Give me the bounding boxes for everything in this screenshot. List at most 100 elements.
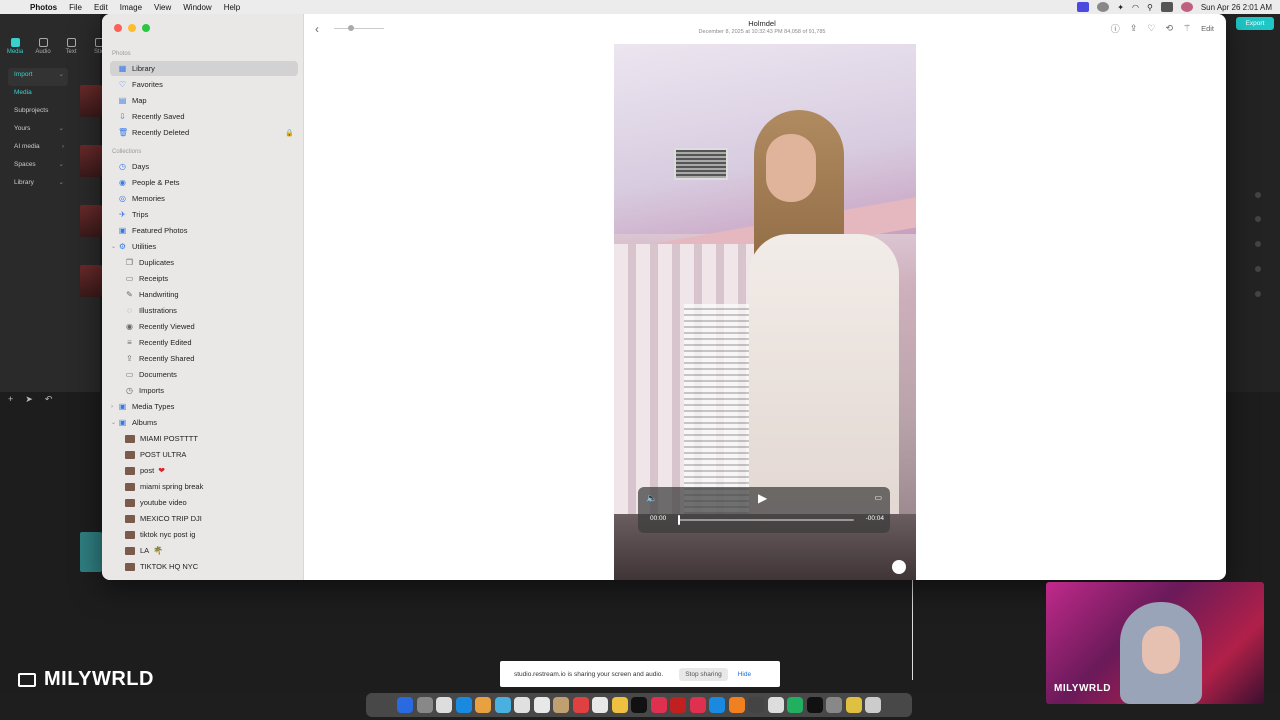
chevron-icon[interactable]: ⌄ (111, 419, 116, 426)
album-item[interactable]: tiktok nyc post ig (110, 527, 298, 542)
zoom-slider-knob[interactable] (348, 25, 354, 31)
tv-icon[interactable] (631, 697, 647, 713)
album-item[interactable]: post ❤ (110, 463, 298, 478)
chevron-icon[interactable]: › (111, 404, 113, 410)
capcut-icon[interactable] (806, 697, 823, 713)
export-button[interactable]: Export (1236, 17, 1274, 30)
sidebar-item-memories[interactable]: ◎ Memories (110, 191, 298, 206)
launchpad-icon[interactable] (416, 697, 433, 713)
calendar-icon[interactable] (533, 697, 550, 713)
menu-edit[interactable]: Edit (94, 3, 108, 12)
property-dot[interactable] (1255, 216, 1261, 222)
chrome-icon[interactable] (826, 697, 842, 713)
sidebar-item-recently-edited[interactable]: ≡ Recently Edited (110, 335, 298, 350)
sidebar-item-map[interactable]: ▤ Map (110, 93, 298, 108)
menu-file[interactable]: File (69, 3, 82, 12)
back-icon[interactable]: ‹ (315, 22, 319, 36)
editor-nav-ai-media[interactable]: AI media › (8, 140, 68, 158)
menu-window[interactable]: Window (183, 3, 211, 12)
album-item[interactable]: MEXICO TRIP DJI (110, 511, 298, 526)
trash-icon[interactable] (865, 697, 881, 713)
notes-icon[interactable] (553, 697, 569, 713)
photo-viewer[interactable]: 🔈 ▶ ▭ 00:00 -00:04 (614, 44, 916, 580)
preview-icon[interactable] (845, 697, 862, 713)
menu-view[interactable]: View (154, 3, 171, 12)
sidebar-item-imports[interactable]: ◷ Imports (110, 383, 298, 398)
video-scrubber[interactable] (678, 519, 854, 521)
editor-tool-audio[interactable]: Audio (34, 38, 52, 55)
sidebar-item-trips[interactable]: ✈ Trips (110, 207, 298, 222)
timeline-playhead[interactable] (912, 580, 913, 680)
sidebar-item-duplicates[interactable]: ❐ Duplicates (110, 255, 298, 270)
spotify-icon[interactable] (787, 697, 803, 713)
sidebar-item-featured-photos[interactable]: ▣ Featured Photos (110, 223, 298, 238)
messages-icon[interactable] (475, 697, 491, 713)
sidebar-item-people-pets[interactable]: ◉ People & Pets (110, 175, 298, 190)
menu-help[interactable]: Help (224, 3, 240, 12)
property-dot[interactable] (1255, 291, 1261, 297)
hide-button[interactable]: Hide (738, 671, 751, 678)
rotate-icon[interactable]: ⟲ (1165, 23, 1173, 34)
xcode-icon[interactable] (709, 697, 725, 713)
sparkle-icon[interactable]: ✦ (1117, 3, 1124, 12)
live-indicator[interactable] (892, 560, 906, 574)
editor-nav-import[interactable]: Import ⌄ (8, 68, 68, 86)
editor-nav-library[interactable]: Library ⌄ (8, 176, 68, 194)
sidebar-item-albums[interactable]: ⌄ ▣ Albums (110, 415, 298, 430)
appstore-icon[interactable] (689, 697, 706, 713)
media-thumbnail[interactable] (80, 265, 102, 297)
sidebar-item-recently-saved[interactable]: ⇩ Recently Saved (110, 109, 298, 124)
airplay-icon[interactable]: ▭ (874, 493, 882, 502)
editor-tool-text[interactable]: Text (62, 38, 80, 55)
editor-nav-spaces[interactable]: Spaces ⌄ (8, 158, 68, 176)
media-thumbnail[interactable] (80, 145, 102, 177)
menu-clock[interactable]: Sun Apr 26 2:01 AM (1201, 3, 1272, 12)
sidebar-item-receipts[interactable]: ▭ Receipts (110, 271, 298, 286)
album-item[interactable]: youtube video (110, 495, 298, 510)
sidebar-item-favorites[interactable]: ♡ Favorites (110, 77, 298, 92)
property-dot[interactable] (1255, 192, 1261, 198)
apple-menu-icon[interactable] (8, 0, 22, 14)
info-icon[interactable]: ⓘ (1111, 22, 1120, 35)
edit-button[interactable]: Edit (1201, 24, 1214, 33)
play-icon[interactable]: ▶ (758, 491, 767, 505)
undo-icon[interactable]: ↶ (45, 394, 53, 405)
video-scrubber-knob[interactable] (678, 515, 680, 525)
sidebar-item-utilities[interactable]: ⚙ Utilities ⌄ (110, 239, 298, 254)
menu-app-name[interactable]: Photos (30, 3, 57, 12)
zoom-slider-track[interactable] (334, 28, 384, 29)
news-icon[interactable] (650, 697, 667, 713)
music-icon[interactable] (572, 697, 589, 713)
photos-icon[interactable] (514, 697, 530, 713)
favorite-heart-icon[interactable]: ♡ (1147, 23, 1155, 34)
sidebar-item-library[interactable]: ▦ Library (110, 61, 298, 76)
sidebar-item-recently-deleted[interactable]: 🗑 Recently Deleted 🔒 (110, 125, 298, 140)
pointer-icon[interactable]: ➤ (25, 394, 33, 405)
vscode-icon[interactable] (728, 697, 745, 713)
sidebar-item-documents[interactable]: ▭ Documents (110, 367, 298, 382)
wifi-icon[interactable]: ◠ (1132, 3, 1139, 12)
pages-icon[interactable] (611, 697, 628, 713)
creative-cloud-icon[interactable] (1097, 2, 1110, 12)
close-window-icon[interactable] (114, 24, 122, 32)
sidebar-item-handwriting[interactable]: ✎ Handwriting (110, 287, 298, 302)
sidebar-item-recently-viewed[interactable]: ◉ Recently Viewed (110, 319, 298, 334)
editor-tool-media[interactable]: Media (6, 38, 24, 55)
property-dot[interactable] (1255, 241, 1261, 247)
finder-icon[interactable] (397, 697, 413, 713)
timeline-clip[interactable] (80, 532, 102, 572)
mail-icon[interactable] (455, 697, 472, 713)
stop-sharing-button[interactable]: Stop sharing (679, 667, 728, 681)
zoom-window-icon[interactable] (142, 24, 150, 32)
editor-nav-yours[interactable]: Yours ⌄ (8, 122, 68, 140)
album-item[interactable]: LA 🌴 (110, 543, 298, 558)
settings-icon[interactable] (767, 697, 784, 713)
share-icon[interactable]: ⇪ (1130, 23, 1138, 34)
volume-icon[interactable]: 🔈 (646, 493, 657, 504)
media-thumbnail[interactable] (80, 205, 102, 237)
screen-share-icon[interactable] (1077, 2, 1090, 12)
editor-nav-subprojects[interactable]: Subprojects (8, 104, 68, 122)
chevron-down-icon[interactable]: ⌄ (111, 243, 116, 250)
search-icon[interactable]: ⚲ (1147, 3, 1153, 12)
album-item[interactable]: MIAMI POSTTTT (110, 431, 298, 446)
